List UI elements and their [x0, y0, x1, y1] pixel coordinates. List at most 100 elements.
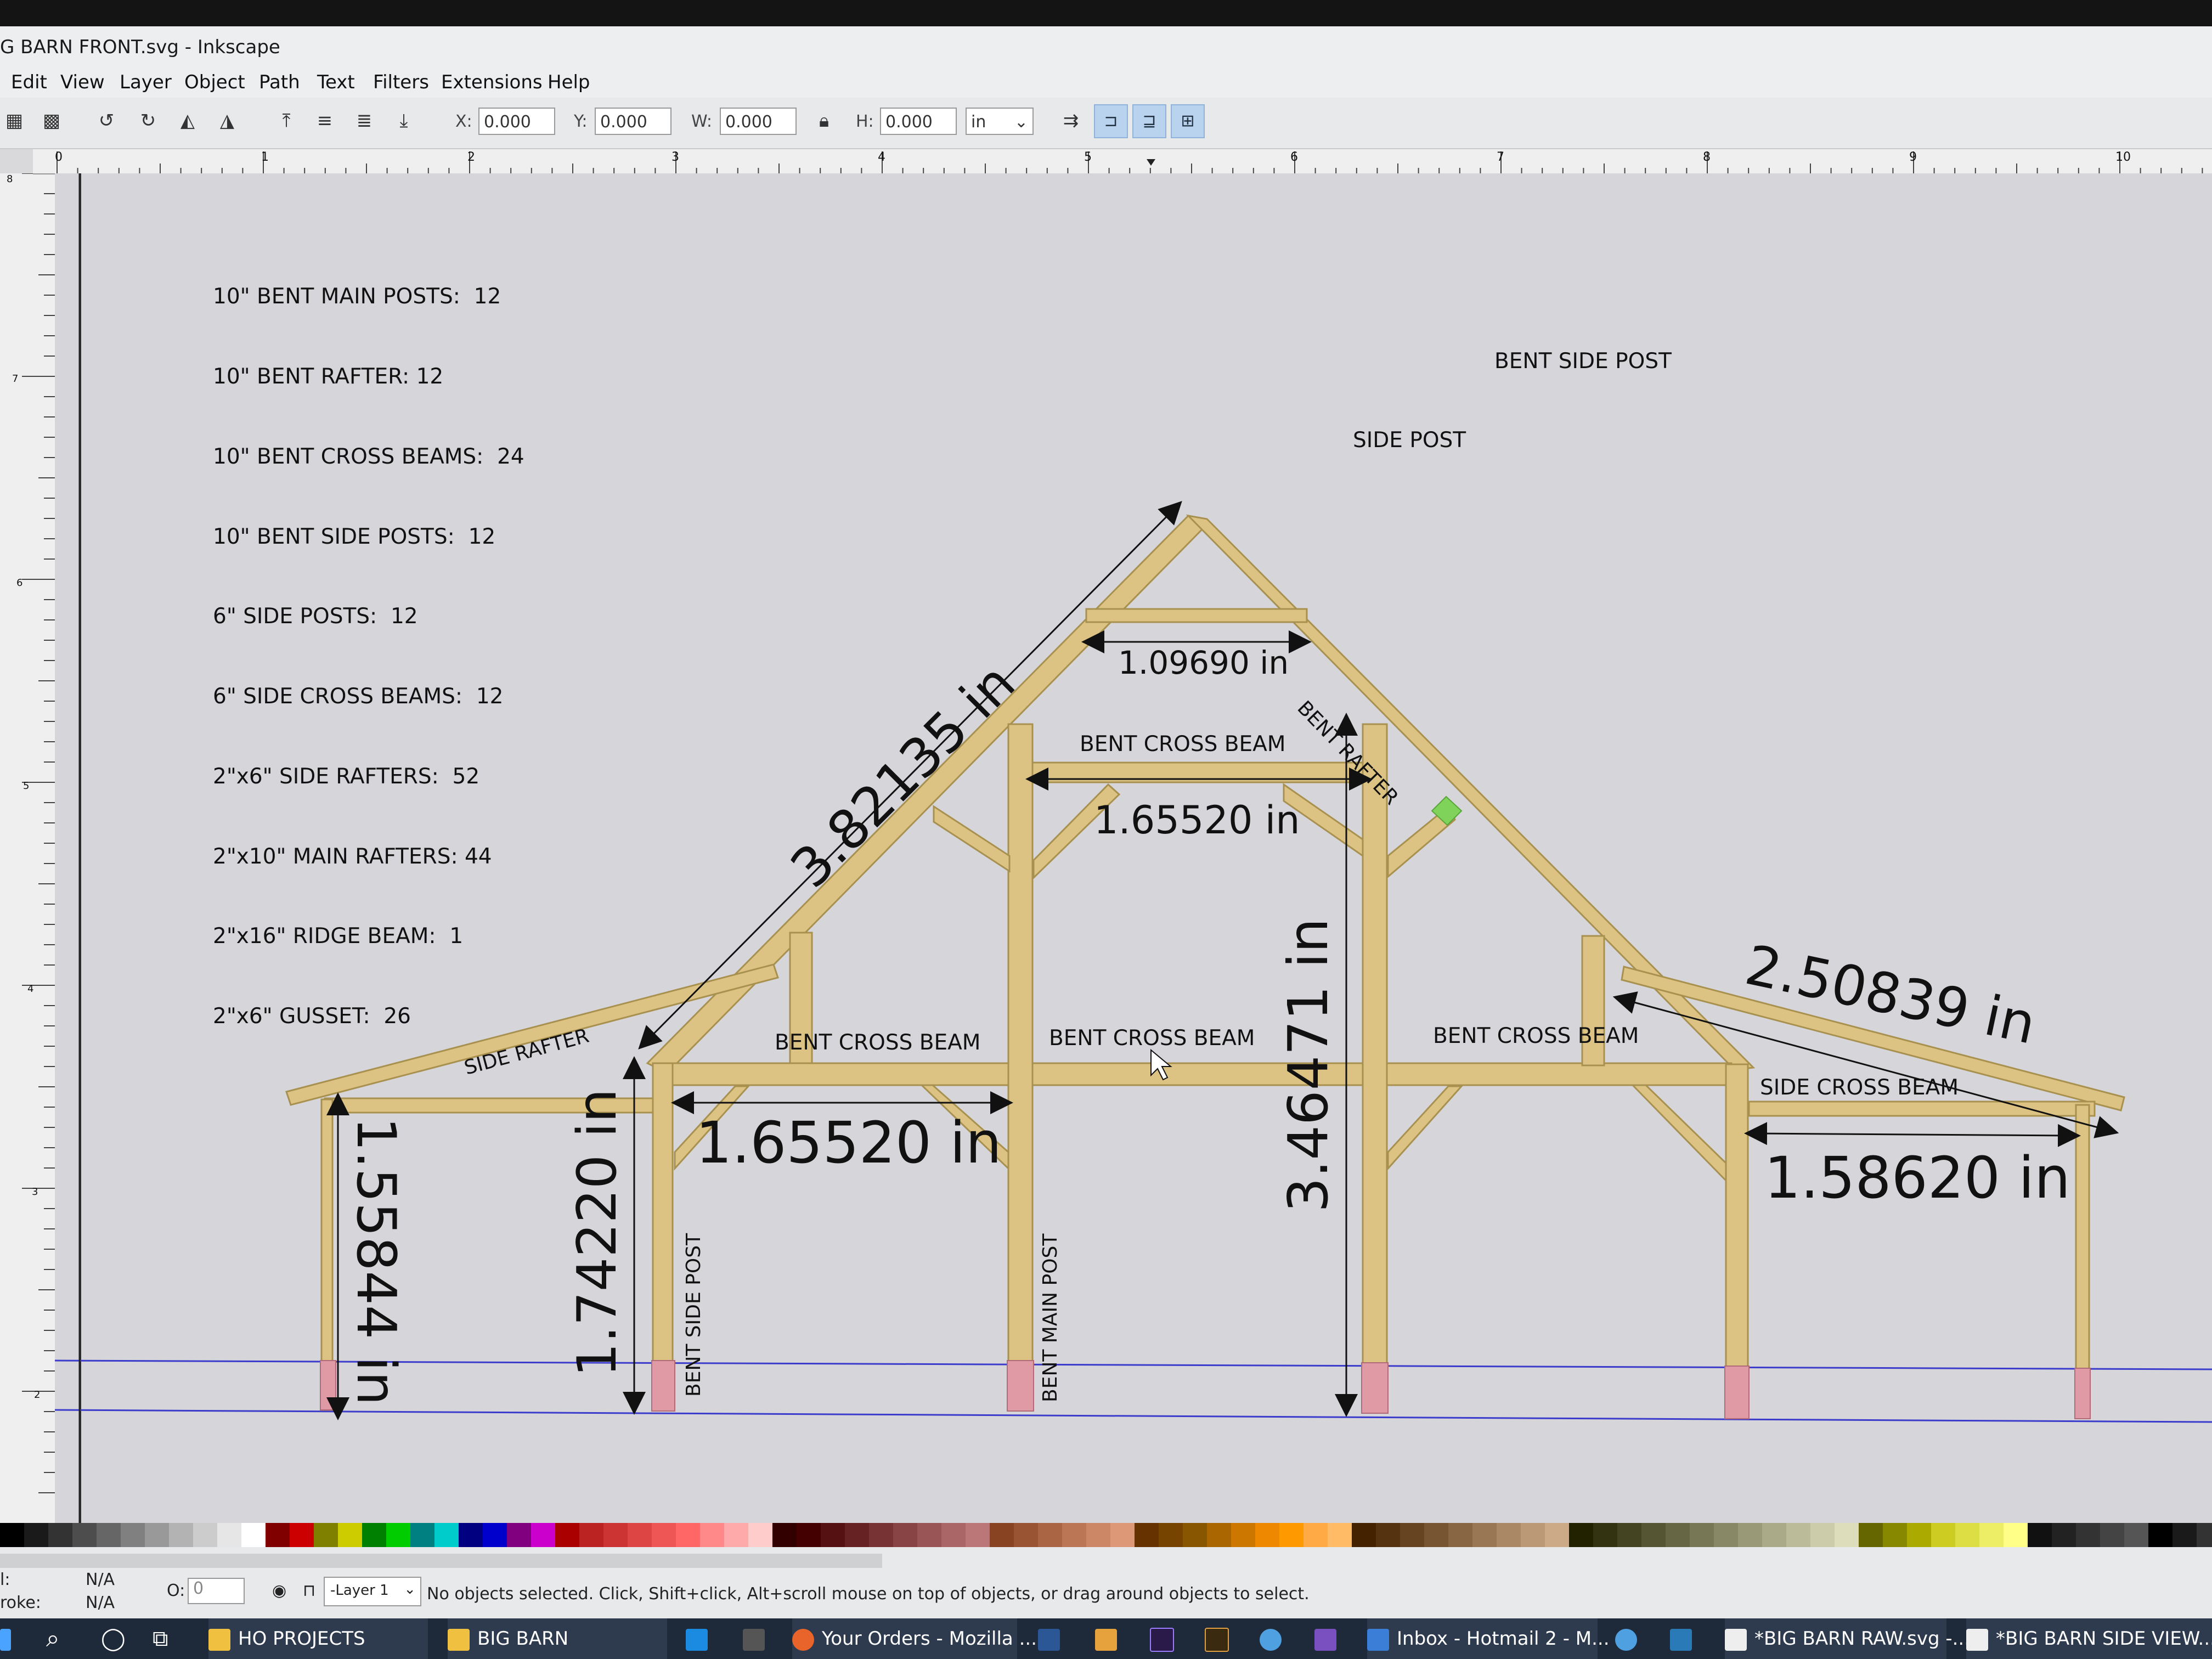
palette-swatch[interactable]	[1907, 1523, 1931, 1547]
palette-swatch[interactable]	[1738, 1523, 1762, 1547]
palette-swatch[interactable]	[2172, 1523, 2197, 1547]
stroke-value[interactable]: N/A	[86, 1593, 115, 1612]
palette-swatch[interactable]	[555, 1523, 579, 1547]
palette-swatch[interactable]	[1714, 1523, 1738, 1547]
palette-swatch[interactable]	[1593, 1523, 1617, 1547]
palette-swatch[interactable]	[676, 1523, 700, 1547]
palette-swatch[interactable]	[72, 1523, 97, 1547]
palette-swatch[interactable]	[748, 1523, 772, 1547]
palette-swatch[interactable]	[1062, 1523, 1086, 1547]
palette-swatch[interactable]	[1135, 1523, 1159, 1547]
palette-swatch[interactable]	[579, 1523, 603, 1547]
taskbar-item-big-barn[interactable]: BIG BARN	[448, 1618, 667, 1659]
palette-swatch[interactable]	[1183, 1523, 1207, 1547]
palette-swatch[interactable]	[1207, 1523, 1231, 1547]
palette-swatch[interactable]	[1569, 1523, 1593, 1547]
app2-icon[interactable]	[1670, 1618, 1700, 1659]
palette-swatch[interactable]	[821, 1523, 845, 1547]
dim-bent-side-height[interactable]: 1.74220 in	[566, 1088, 629, 1377]
taskbar-item-inkscape-side[interactable]: *BIG BARN SIDE VIEW...	[1966, 1618, 2212, 1659]
palette-swatch[interactable]	[0, 1523, 24, 1547]
palette-swatch[interactable]	[1424, 1523, 1448, 1547]
bent-main-post-left[interactable]	[1007, 723, 1034, 1411]
premiere-icon[interactable]	[1150, 1618, 1182, 1659]
lock-icon[interactable]: ⊓	[303, 1581, 315, 1600]
brace-1[interactable]	[933, 805, 1011, 873]
palette-swatch[interactable]	[362, 1523, 386, 1547]
palette-swatch[interactable]	[1521, 1523, 1545, 1547]
start-icon[interactable]	[0, 1618, 22, 1659]
palette-swatch[interactable]	[1255, 1523, 1279, 1547]
palette-swatch[interactable]	[2052, 1523, 2076, 1547]
palette-swatch[interactable]	[459, 1523, 483, 1547]
palette-swatch[interactable]	[338, 1523, 362, 1547]
palette-swatch[interactable]	[314, 1523, 338, 1547]
palette-swatch[interactable]	[483, 1523, 507, 1547]
palette-swatch[interactable]	[941, 1523, 966, 1547]
visual-studio-icon[interactable]	[1314, 1618, 1344, 1659]
dim-lower-cross[interactable]: 1.65520 in	[696, 1109, 1002, 1176]
label-side-post-top[interactable]: SIDE POST	[1353, 428, 1466, 453]
palette-swatch[interactable]	[1352, 1523, 1376, 1547]
palette-swatch[interactable]	[1159, 1523, 1183, 1547]
palette-swatch[interactable]	[1690, 1523, 1714, 1547]
palette-swatch[interactable]	[1641, 1523, 1666, 1547]
eye-icon[interactable]: ◉	[272, 1581, 286, 1600]
taskbar-item-firefox[interactable]: Your Orders - Mozilla ...	[792, 1618, 1037, 1659]
side-cross-beam-right[interactable]	[1748, 1101, 2096, 1117]
top-collar-beam[interactable]	[1085, 608, 1308, 623]
palette-swatch[interactable]	[1835, 1523, 1859, 1547]
palette-swatch[interactable]	[1666, 1523, 1690, 1547]
taskbar-item-inkscape-raw[interactable]: *BIG BARN RAW.svg -...	[1725, 1618, 1970, 1659]
palette-swatch[interactable]	[1762, 1523, 1786, 1547]
palette-swatch[interactable]	[1400, 1523, 1424, 1547]
dim-side-post-height[interactable]: 1.55844 in	[345, 1117, 407, 1406]
palette-swatch[interactable]	[2004, 1523, 2028, 1547]
palette-swatch[interactable]	[1328, 1523, 1352, 1547]
palette-swatch[interactable]	[48, 1523, 72, 1547]
palette-swatch[interactable]	[1086, 1523, 1110, 1547]
palette-swatch[interactable]	[1979, 1523, 2004, 1547]
label-bent-cross-beam-center[interactable]: BENT CROSS BEAM	[1049, 1026, 1255, 1051]
taskbar-item-mail[interactable]: Inbox - Hotmail 2 - M...	[1367, 1618, 1610, 1659]
palette-swatch[interactable]	[628, 1523, 652, 1547]
palette-swatch[interactable]	[1376, 1523, 1400, 1547]
palette-swatch[interactable]	[97, 1523, 121, 1547]
palette-swatch[interactable]	[1231, 1523, 1255, 1547]
label-bent-side-post-top[interactable]: BENT SIDE POST	[1494, 349, 1672, 374]
palette-swatch[interactable]	[2076, 1523, 2100, 1547]
palette-swatch[interactable]	[966, 1523, 990, 1547]
palette-swatch[interactable]	[241, 1523, 266, 1547]
label-bent-cross-beam-upper[interactable]: BENT CROSS BEAM	[1080, 732, 1285, 757]
palette-swatch[interactable]	[1304, 1523, 1328, 1547]
palette-swatch[interactable]	[1931, 1523, 1955, 1547]
palette-swatch[interactable]	[652, 1523, 676, 1547]
palette-swatch[interactable]	[193, 1523, 217, 1547]
bent-cross-beam-lower[interactable]	[655, 1062, 1733, 1086]
label-side-cross-beam[interactable]: SIDE CROSS BEAM	[1760, 1075, 1959, 1100]
palette-swatch[interactable]	[531, 1523, 555, 1547]
palette-swatch[interactable]	[1617, 1523, 1641, 1547]
palette-swatch[interactable]	[1545, 1523, 1569, 1547]
palette-swatch[interactable]	[1883, 1523, 1907, 1547]
parts-list[interactable]: 10" BENT MAIN POSTS: 12 10" BENT RAFTER:…	[213, 230, 524, 1057]
palette-swatch[interactable]	[603, 1523, 628, 1547]
media-icon[interactable]	[1095, 1618, 1125, 1659]
palette-swatch[interactable]	[1497, 1523, 1521, 1547]
palette-swatch[interactable]	[1859, 1523, 1883, 1547]
bent-main-post-right[interactable]	[1362, 723, 1388, 1412]
palette-swatch[interactable]	[1472, 1523, 1497, 1547]
palette-swatch[interactable]	[772, 1523, 797, 1547]
palette-swatch[interactable]	[700, 1523, 724, 1547]
palette-swatch[interactable]	[1448, 1523, 1472, 1547]
palette-swatch[interactable]	[797, 1523, 821, 1547]
palette-swatch[interactable]	[1955, 1523, 1979, 1547]
palette-swatch[interactable]	[24, 1523, 48, 1547]
dim-main-height[interactable]: 3.46471 in	[1276, 918, 1340, 1212]
palette-swatch[interactable]	[386, 1523, 410, 1547]
bridge-icon[interactable]	[1205, 1618, 1237, 1659]
palette-swatch[interactable]	[1110, 1523, 1135, 1547]
palette-swatch[interactable]	[121, 1523, 145, 1547]
palette-swatch[interactable]	[507, 1523, 531, 1547]
dim-side-cross[interactable]: 1.58620 in	[1764, 1144, 2070, 1211]
